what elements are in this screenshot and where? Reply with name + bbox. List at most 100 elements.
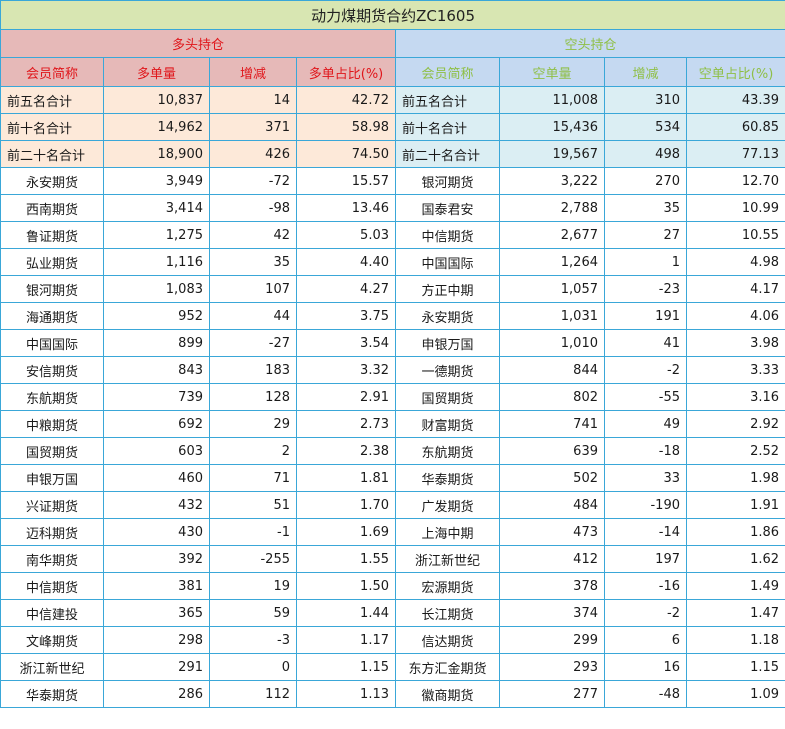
column-header-row: 会员简称 多单量 增减 多单占比(%) 会员简称 空单量 增减 空单占比(%) [0,57,785,87]
col-header-short-member: 会员简称 [395,57,500,87]
cell-short-member-name: 国贸期货 [395,383,500,411]
table-row: 中粮期货 692 29 2.73 财富期货 741 49 2.92 [0,410,785,438]
cell-long-share: 2.91 [296,383,396,411]
cell-long-volume: 365 [103,599,210,627]
cell-short-change: -2 [604,599,687,627]
cell-short-share: 1.86 [685,518,785,546]
cell-long-member-name: 浙江新世纪 [0,653,104,681]
table-row: 兴证期货 432 51 1.70 广发期货 484 -190 1.91 [0,491,785,519]
cell-long-change: 35 [209,248,297,276]
cell-short-volume: 1,264 [499,248,605,276]
cell-long-share: 3.75 [296,302,396,330]
cell-short-share: 1.18 [685,626,785,654]
cell-short-member-name: 申银万国 [395,329,500,357]
table-row: 海通期货 952 44 3.75 永安期货 1,031 191 4.06 [0,302,785,330]
cell-short-volume: 374 [499,599,605,627]
cell-short-member-name: 中国国际 [395,248,500,276]
cell-short-volume: 741 [499,410,605,438]
cell-short-share: 10.99 [685,194,785,222]
cell-short-volume: 277 [499,680,605,708]
cell-short-change: -190 [604,491,687,519]
summary-row: 前十名合计 14,962 371 58.98 前十名合计 15,436 534 60.85 [0,113,785,141]
cell-short-volume: 378 [499,572,605,600]
cell-long-change: -255 [209,545,297,573]
cell-long-change: -1 [209,518,297,546]
cell-short-share: 1.91 [685,491,785,519]
cell-long-change: 371 [209,113,297,141]
cell-short-volume: 473 [499,518,605,546]
cell-short-share: 1.62 [685,545,785,573]
cell-long-change: 128 [209,383,297,411]
title-row: 动力煤期货合约ZC1605 [0,0,785,30]
cell-long-volume: 1,083 [103,275,210,303]
cell-long-member-name: 东航期货 [0,383,104,411]
cell-short-member-name: 永安期货 [395,302,500,330]
cell-short-share: 1.15 [685,653,785,681]
cell-short-member-name: 方正中期 [395,275,500,303]
cell-short-share: 1.98 [685,464,785,492]
cell-short-change: -16 [604,572,687,600]
cell-short-share: 2.92 [685,410,785,438]
cell-short-member-name: 广发期货 [395,491,500,519]
cell-long-member-name: 永安期货 [0,167,104,195]
table-row: 鲁证期货 1,275 42 5.03 中信期货 2,677 27 10.55 [0,221,785,249]
cell-long-member-name: 迈科期货 [0,518,104,546]
col-header-short-change: 增减 [604,57,687,87]
cell-long-change: 2 [209,437,297,465]
cell-long-share: 74.50 [296,140,396,168]
cell-long-member-name: 中信建投 [0,599,104,627]
table-title: 动力煤期货合约ZC1605 [0,0,785,30]
cell-short-member-name: 徽商期货 [395,680,500,708]
cell-long-share: 1.69 [296,518,396,546]
cell-short-change: -48 [604,680,687,708]
cell-short-share: 1.49 [685,572,785,600]
cell-short-volume: 844 [499,356,605,384]
cell-short-share: 10.55 [685,221,785,249]
cell-long-volume: 392 [103,545,210,573]
cell-short-member-name: 浙江新世纪 [395,545,500,573]
cell-long-share: 1.13 [296,680,396,708]
cell-short-member-name: 东方汇金期货 [395,653,500,681]
cell-long-change: -98 [209,194,297,222]
cell-long-member-name: 中粮期货 [0,410,104,438]
long-positions-header: 多头持仓 [0,29,396,58]
cell-short-member-name: 财富期货 [395,410,500,438]
table-row: 东航期货 739 128 2.91 国贸期货 802 -55 3.16 [0,383,785,411]
cell-long-member-name: 中信期货 [0,572,104,600]
cell-long-volume: 18,900 [103,140,210,168]
cell-long-share: 1.44 [296,599,396,627]
cell-long-volume: 381 [103,572,210,600]
cell-long-share: 15.57 [296,167,396,195]
table-row: 华泰期货 286 112 1.13 徽商期货 277 -48 1.09 [0,680,785,708]
cell-short-change: -23 [604,275,687,303]
cell-long-volume: 10,837 [103,86,210,114]
cell-short-member-name: 前十名合计 [395,113,500,141]
cell-short-volume: 299 [499,626,605,654]
cell-long-change: 59 [209,599,297,627]
cell-long-change: 183 [209,356,297,384]
cell-short-share: 4.98 [685,248,785,276]
cell-short-share: 2.52 [685,437,785,465]
cell-long-member-name: 前二十名合计 [0,140,104,168]
col-header-long-share: 多单占比(%) [296,57,396,87]
group-header-row: 多头持仓 空头持仓 [0,29,785,58]
col-header-short-share: 空单占比(%) [685,57,785,87]
cell-long-share: 4.40 [296,248,396,276]
cell-long-member-name: 中国国际 [0,329,104,357]
cell-long-member-name: 华泰期货 [0,680,104,708]
cell-short-change: 1 [604,248,687,276]
cell-short-volume: 2,788 [499,194,605,222]
cell-short-volume: 11,008 [499,86,605,114]
cell-long-share: 2.73 [296,410,396,438]
cell-short-volume: 15,436 [499,113,605,141]
summary-row: 前二十名合计 18,900 426 74.50 前二十名合计 19,567 498 77.13 [0,140,785,168]
cell-long-share: 13.46 [296,194,396,222]
cell-short-member-name: 前二十名合计 [395,140,500,168]
cell-long-volume: 1,116 [103,248,210,276]
cell-long-volume: 3,414 [103,194,210,222]
table-row: 中信建投 365 59 1.44 长江期货 374 -2 1.47 [0,599,785,627]
cell-long-member-name: 国贸期货 [0,437,104,465]
table-row: 申银万国 460 71 1.81 华泰期货 502 33 1.98 [0,464,785,492]
cell-short-member-name: 中信期货 [395,221,500,249]
cell-short-change: -18 [604,437,687,465]
